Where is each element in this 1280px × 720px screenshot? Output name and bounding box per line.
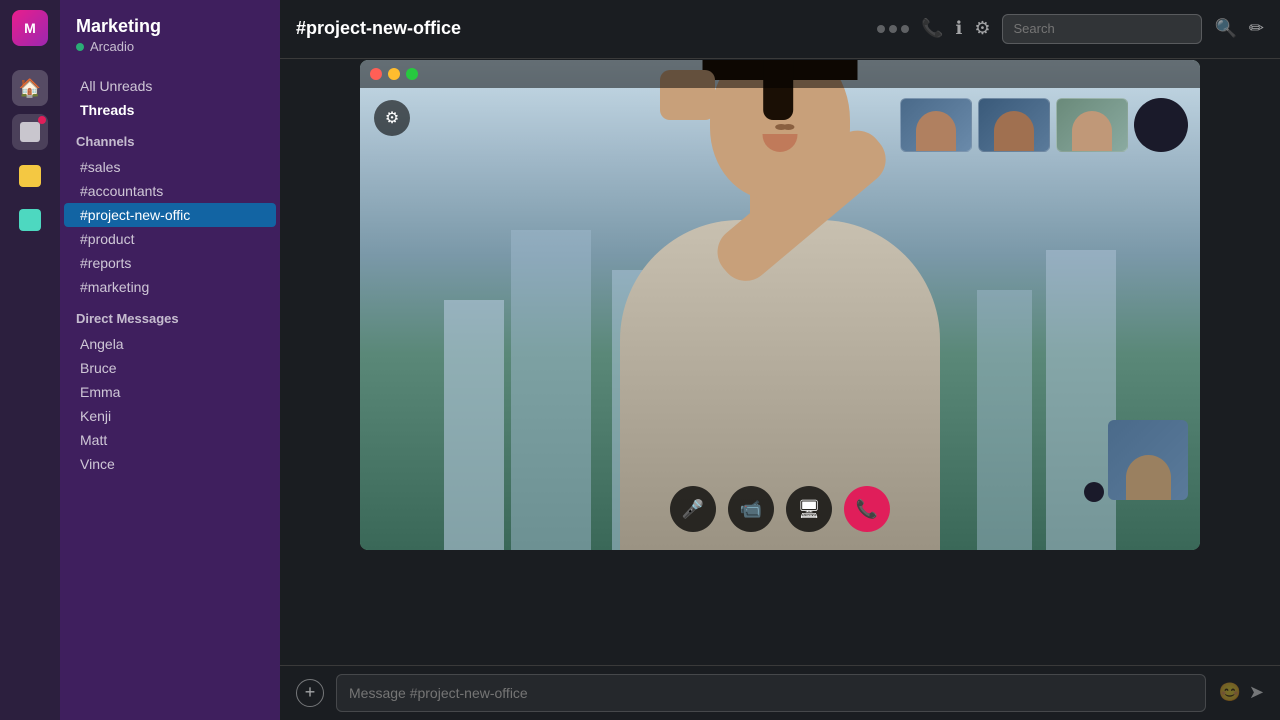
edit-icon[interactable]: ✏ bbox=[1249, 18, 1264, 39]
input-icons: 😊 ➤ bbox=[1218, 682, 1264, 703]
dm-matt[interactable]: Matt bbox=[64, 428, 276, 452]
emoji-icon[interactable]: 😊 bbox=[1218, 682, 1240, 703]
channel-product[interactable]: #product bbox=[64, 227, 276, 251]
thumbnail-2[interactable] bbox=[978, 98, 1050, 152]
threads-item[interactable]: Threads bbox=[64, 98, 276, 122]
message-input-bar: + 😊 ➤ bbox=[280, 665, 1280, 720]
fullscreen-button[interactable] bbox=[406, 68, 418, 80]
home-icon[interactable]: 🏠 bbox=[12, 70, 48, 106]
bell-icon[interactable] bbox=[12, 202, 48, 238]
channels-section-title: Channels bbox=[60, 134, 280, 155]
dm-angela[interactable]: Angela bbox=[64, 332, 276, 356]
thumbnail-3[interactable] bbox=[1056, 98, 1128, 152]
icon-bar: M 🏠 bbox=[0, 0, 60, 720]
close-button[interactable] bbox=[370, 68, 382, 80]
user-status: Arcadio bbox=[76, 39, 264, 54]
channel-accountants[interactable]: #accountants bbox=[64, 179, 276, 203]
sidebar: Marketing Arcadio All Unreads Threads Ch… bbox=[60, 0, 280, 720]
dot2 bbox=[889, 25, 897, 33]
dot1 bbox=[877, 25, 885, 33]
status-dot bbox=[76, 43, 84, 51]
mute-button[interactable]: 🎤 bbox=[670, 486, 716, 532]
dm-kenji[interactable]: Kenji bbox=[64, 404, 276, 428]
dm-section: Direct Messages Angela Bruce Emma Kenji … bbox=[60, 299, 280, 476]
call-icon[interactable]: 📞 bbox=[921, 18, 943, 39]
search-icon[interactable]: 🔍 bbox=[1214, 18, 1236, 39]
dm-emma[interactable]: Emma bbox=[64, 380, 276, 404]
dm-section-title: Direct Messages bbox=[60, 311, 280, 332]
send-icon[interactable]: ➤ bbox=[1249, 682, 1264, 703]
thumbnail-bottom-right[interactable] bbox=[1108, 420, 1188, 500]
minimize-button[interactable] bbox=[388, 68, 400, 80]
video-main: ⚙ bbox=[360, 60, 1200, 550]
video-window: ⚙ bbox=[360, 60, 1200, 550]
channel-project-new-office[interactable]: #project-new-offic bbox=[64, 203, 276, 227]
channel-title: #project-new-office bbox=[296, 18, 865, 39]
thumbnail-row bbox=[900, 98, 1188, 152]
video-overlay: ⚙ bbox=[280, 60, 1280, 590]
sidebar-header: Marketing Arcadio bbox=[60, 0, 280, 62]
end-call-button[interactable]: 📞 bbox=[844, 486, 890, 532]
channel-reports[interactable]: #reports bbox=[64, 251, 276, 275]
channel-marketing[interactable]: #marketing bbox=[64, 275, 276, 299]
thumbnail-1[interactable] bbox=[900, 98, 972, 152]
username: Arcadio bbox=[90, 39, 134, 54]
header-dots bbox=[877, 25, 909, 33]
dot3 bbox=[901, 25, 909, 33]
workspace-logo[interactable]: M bbox=[12, 10, 48, 46]
message-input[interactable] bbox=[336, 674, 1206, 712]
dm-vince[interactable]: Vince bbox=[64, 452, 276, 476]
video-gear-icon[interactable]: ⚙ bbox=[374, 100, 410, 136]
video-button[interactable]: 📹 bbox=[728, 486, 774, 532]
thumbnail-dark[interactable] bbox=[1134, 98, 1188, 152]
main-area: #project-new-office 📞 ℹ ⚙ 🔍 ✏ bbox=[280, 0, 1280, 720]
header-icons: 📞 ℹ ⚙ 🔍 ✏ bbox=[921, 14, 1264, 44]
settings-icon[interactable]: ⚙ bbox=[974, 18, 990, 39]
call-controls: 🎤 📹 🖥 📞 bbox=[670, 486, 890, 532]
chat-area: 📞 Channel Meeting You are in this call S… bbox=[280, 649, 1280, 665]
channels-section: Channels #sales #accountants #project-ne… bbox=[60, 122, 280, 299]
video-titlebar bbox=[360, 60, 1200, 88]
dm-icon[interactable] bbox=[12, 114, 48, 150]
search-input[interactable] bbox=[1002, 14, 1202, 44]
info-icon[interactable]: ℹ bbox=[956, 18, 963, 39]
nav-section: All Unreads Threads bbox=[60, 62, 280, 122]
screen-share-button[interactable]: 🖥 bbox=[786, 486, 832, 532]
br-participant-dot bbox=[1084, 482, 1104, 502]
add-attachment-button[interactable]: + bbox=[296, 679, 324, 707]
channel-sales[interactable]: #sales bbox=[64, 155, 276, 179]
grid-icon[interactable] bbox=[12, 158, 48, 194]
dm-bruce[interactable]: Bruce bbox=[64, 356, 276, 380]
all-unreads-item[interactable]: All Unreads bbox=[64, 74, 276, 98]
channel-header: #project-new-office 📞 ℹ ⚙ 🔍 ✏ bbox=[280, 0, 1280, 59]
workspace-name: Marketing bbox=[76, 16, 264, 37]
